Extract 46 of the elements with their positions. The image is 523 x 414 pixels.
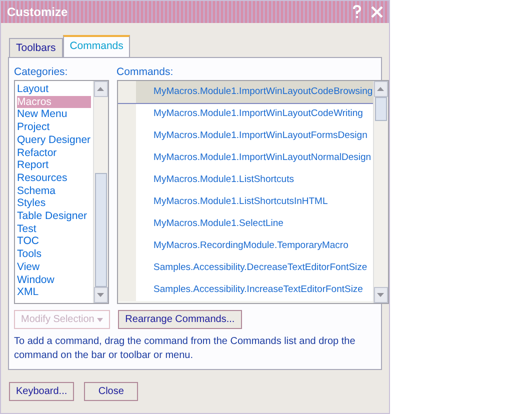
category-item[interactable]: Refactor (17, 146, 91, 160)
category-item[interactable]: Layout (17, 83, 91, 96)
window-title: Customize (7, 5, 68, 19)
category-item[interactable]: View (17, 260, 91, 274)
command-item[interactable]: MyMacros.Module1.ListShortcutsInHTML (118, 191, 373, 213)
category-item[interactable]: Styles (17, 197, 91, 210)
command-item[interactable]: MyMacros.Module1.ImportWinLayoutNormalDesign (118, 147, 373, 169)
caret-icon (97, 318, 104, 322)
description-text: To add a command, drag the command from the Commands list and drop the command on the bar or toolbar or menu. (14, 335, 356, 363)
help-icon[interactable] (351, 5, 363, 19)
close-icon[interactable] (371, 6, 383, 18)
category-item[interactable]: Query Designer (17, 134, 91, 147)
category-item[interactable]: Tools (17, 248, 91, 261)
scrollbar[interactable] (372, 81, 388, 303)
category-item[interactable]: Resources (17, 172, 91, 185)
category-item[interactable]: TOC (17, 235, 91, 248)
scrollbar-thumb[interactable] (374, 97, 387, 121)
down-arrow-icon[interactable] (377, 293, 384, 297)
command-item[interactable]: MyMacros.Module1.ImportWinLayoutCodeBrowsing (118, 81, 373, 103)
up-arrow-icon[interactable] (97, 87, 104, 91)
category-item[interactable]: Window (17, 274, 91, 286)
command-item[interactable]: MyMacros.Module1.ListShortcuts (118, 169, 373, 191)
dialog-button[interactable]: Close (84, 382, 138, 401)
command-item[interactable]: MyMacros.Module1.ImportWinLayoutCodeWriting (118, 103, 373, 125)
up-arrow-icon[interactable] (377, 87, 384, 91)
rearrange-commands-button[interactable]: Rearrange Commands... (118, 310, 242, 329)
dialog-button[interactable]: Keyboard... (9, 382, 74, 401)
command-item[interactable]: MyMacros.RecordingModule.TemporaryMacro (118, 235, 373, 257)
category-item[interactable]: Table Designer (17, 210, 91, 223)
category-item[interactable]: Schema (17, 184, 91, 198)
category-item[interactable]: New Menu (17, 108, 91, 122)
tab[interactable]: Commands (62, 35, 130, 57)
scrollbar[interactable] (92, 81, 108, 303)
command-item[interactable]: Samples.Accessibility.DecreaseTextEditorFontSize (118, 257, 373, 279)
category-item[interactable]: Project (17, 121, 91, 134)
command-item[interactable]: MyMacros.Module1.SelectLine (118, 213, 373, 235)
commands-label: Commands: (116, 66, 174, 78)
command-item[interactable]: Samples.Accessibility.IncreaseTextEditorFontSize (118, 279, 373, 301)
command-item[interactable]: MyMacros.Module1.ImportWinLayoutFormsDesign (118, 125, 373, 147)
down-arrow-icon[interactable] (97, 293, 104, 297)
category-item[interactable]: XML (17, 286, 91, 299)
scrollbar-thumb[interactable] (94, 173, 107, 287)
category-item[interactable]: Test (17, 222, 91, 236)
category-item[interactable]: Report (17, 159, 91, 172)
categories-label: Categories: (14, 66, 69, 78)
tab[interactable]: Toolbars (9, 38, 63, 57)
